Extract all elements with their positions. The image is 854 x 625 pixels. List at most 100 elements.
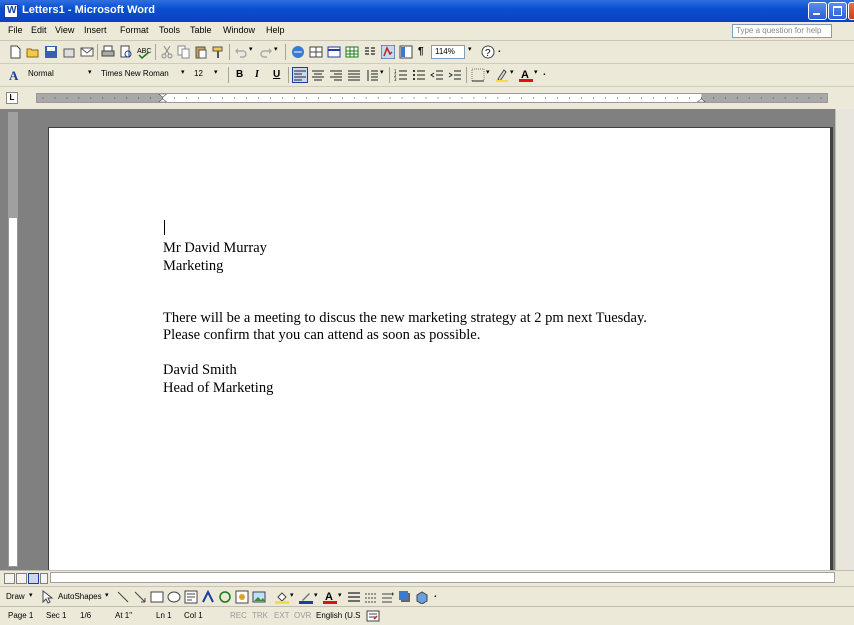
horizontal-scrollbar[interactable] [50,572,835,583]
help-icon[interactable]: ? [481,45,495,59]
zoom-combo[interactable]: 114% [431,45,465,59]
chevron-down-icon[interactable]: ▾ [88,68,96,82]
status-overtype[interactable]: OVR [294,611,311,620]
normal-view-button[interactable] [4,573,15,584]
recipient-name[interactable]: Mr David Murray [163,240,267,257]
numbering-icon[interactable]: 123 [394,68,408,82]
spelling-icon[interactable]: ABC [137,45,151,59]
select-arrow-icon[interactable] [40,590,54,604]
font-combo[interactable]: Times New Roman [98,68,180,82]
body-line-2[interactable]: Please confirm that you can attend as so… [163,327,480,344]
line-icon[interactable] [116,590,130,604]
chevron-down-icon[interactable]: ▾ [249,45,257,59]
chevron-down-icon[interactable]: ▾ [274,45,282,59]
text-box-icon[interactable] [184,590,198,604]
signature-title[interactable]: Head of Marketing [163,380,273,397]
toolbar-options-icon[interactable]: . [498,44,501,55]
print-icon[interactable] [101,45,115,59]
status-extend[interactable]: EXT [274,611,290,620]
chevron-down-icon[interactable]: ▾ [314,591,322,605]
menu-help[interactable]: Help [266,25,285,35]
print-layout-button[interactable] [28,573,39,584]
align-right-icon[interactable] [329,68,343,82]
chevron-down-icon[interactable]: ▾ [290,591,298,605]
status-track-changes[interactable]: TRK [252,611,268,620]
recipient-department[interactable]: Marketing [163,258,223,275]
menu-window[interactable]: Window [223,25,255,35]
menu-table[interactable]: Table [190,25,212,35]
copy-icon[interactable] [177,45,191,59]
autoshapes-menu-button[interactable]: AutoShapes [58,592,102,601]
status-record-macro[interactable]: REC [230,611,247,620]
chevron-down-icon[interactable]: ▾ [29,591,37,605]
menu-view[interactable]: View [55,25,74,35]
help-search-input[interactable]: Type a question for help [732,24,832,38]
cut-icon[interactable] [160,45,174,59]
border-icon[interactable] [471,68,485,82]
columns-icon[interactable] [363,45,377,59]
format-painter-icon[interactable] [211,45,225,59]
draw-menu-button[interactable]: Draw [6,592,25,601]
spelling-status-icon[interactable] [366,610,380,622]
picture-icon[interactable] [252,590,266,604]
arrow-style-icon[interactable] [381,590,395,604]
arrow-icon[interactable] [133,590,147,604]
line-style-icon[interactable] [347,590,361,604]
document-page[interactable] [48,127,831,578]
chevron-down-icon[interactable]: ▾ [510,68,518,82]
paste-icon[interactable] [194,45,208,59]
insert-excel-icon[interactable] [345,45,359,59]
chevron-down-icon[interactable]: ▾ [468,45,476,59]
maximize-button[interactable] [828,2,847,20]
align-left-icon[interactable] [292,67,308,83]
signature-name[interactable]: David Smith [163,362,237,379]
hyperlink-icon[interactable] [291,45,305,59]
menu-insert[interactable]: Insert [84,25,107,35]
fill-color-icon[interactable] [275,590,289,604]
insert-table-icon[interactable] [327,45,341,59]
decrease-indent-icon[interactable] [430,68,444,82]
rectangle-icon[interactable] [150,590,164,604]
oval-icon[interactable] [167,590,181,604]
tables-borders-icon[interactable] [309,45,323,59]
wordart-icon[interactable] [201,590,215,604]
close-button[interactable] [848,2,854,20]
outline-view-button[interactable] [40,573,48,584]
drawing-icon[interactable] [381,45,395,59]
status-language[interactable]: English (U.S [316,611,360,620]
tab-selector[interactable]: L [6,92,18,104]
line-spacing-icon[interactable] [365,68,379,82]
toolbar-options-icon[interactable]: . [543,67,546,78]
chevron-down-icon[interactable]: ▾ [181,68,189,82]
print-preview-icon[interactable] [119,45,133,59]
word-icon[interactable] [4,4,18,18]
clip-art-icon[interactable] [235,590,249,604]
underline-button[interactable]: U [273,69,280,80]
chevron-down-icon[interactable]: ▾ [105,591,113,605]
email-icon[interactable] [80,45,94,59]
line-color-icon[interactable] [299,590,313,604]
chevron-down-icon[interactable]: ▾ [214,68,222,82]
vertical-scrollbar[interactable] [835,109,854,570]
permission-icon[interactable] [62,45,76,59]
styles-icon[interactable]: A [8,68,22,82]
menu-edit[interactable]: Edit [31,25,47,35]
dash-style-icon[interactable] [364,590,378,604]
increase-indent-icon[interactable] [448,68,462,82]
bold-button[interactable]: B [236,69,243,80]
italic-button[interactable]: I [255,69,259,80]
shadow-style-icon[interactable] [398,590,412,604]
highlight-icon[interactable] [495,68,509,82]
chevron-down-icon[interactable]: ▾ [338,591,346,605]
menu-format[interactable]: Format [120,25,149,35]
save-icon[interactable] [44,45,58,59]
chevron-down-icon[interactable]: ▾ [486,68,494,82]
align-center-icon[interactable] [311,68,325,82]
3d-style-icon[interactable] [415,590,429,604]
open-folder-icon[interactable] [26,45,40,59]
document-map-icon[interactable] [399,45,413,59]
draw-font-color-icon[interactable]: A [323,590,337,604]
style-combo[interactable]: Normal [25,68,87,82]
minimize-button[interactable] [808,2,827,20]
body-line-1[interactable]: There will be a meeting to discus the ne… [163,310,647,327]
